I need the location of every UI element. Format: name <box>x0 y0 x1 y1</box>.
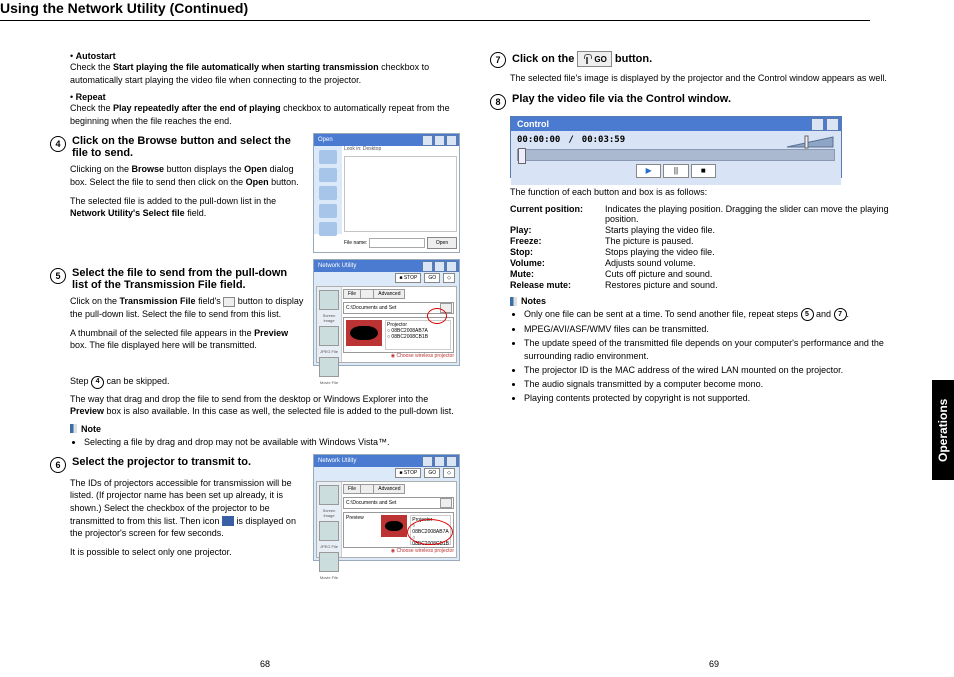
left-column: • Autostart Check the Start playing the … <box>50 51 460 567</box>
autostart-title: Autostart <box>76 51 116 61</box>
close-icon[interactable] <box>826 118 839 131</box>
step-4-title: Click on the Browse button and select th… <box>72 135 305 159</box>
step-7-p1: The selected file's image is displayed b… <box>510 72 900 85</box>
step-4-icon: 4 <box>50 136 66 152</box>
antenna-icon <box>582 54 592 64</box>
step-7-title: Click on the GO button. <box>512 51 652 67</box>
page-number-left: 68 <box>260 659 270 669</box>
control-window: Control 00:00:00 / 00:03:59 ▶ || ■ <box>510 116 842 178</box>
repeat-text: Check the Play repeatedly after the end … <box>70 102 460 127</box>
step-7-icon: 7 <box>490 52 506 68</box>
step-8-title: Play the video file via the Control wind… <box>512 93 731 105</box>
play-button[interactable]: ▶ <box>636 164 661 178</box>
stop-button[interactable]: ■ <box>691 164 716 178</box>
note-1-list: Selecting a file by drag and drop may no… <box>68 436 460 448</box>
notes-2-list: Only one file can be sent at a time. To … <box>508 308 900 404</box>
step-6-title: Select the projector to transmit to. <box>72 456 251 468</box>
note-heading: Note <box>81 424 101 434</box>
step-5-icon: 5 <box>50 268 66 284</box>
step-8-icon: 8 <box>490 94 506 110</box>
go-button[interactable]: GO <box>577 51 611 67</box>
step-5-title: Select the file to send from the pull-do… <box>72 267 305 291</box>
total-time: 00:03:59 <box>582 135 625 145</box>
definitions: Current position:Indicates the playing p… <box>510 204 900 290</box>
network-utility-screenshot-2: Network Utility ■ STOPGO◇ Screen Image J… <box>313 454 460 561</box>
step-6-icon: 6 <box>50 457 66 473</box>
step-5-skip: Step 4 can be skipped. <box>70 375 460 388</box>
step-5-p3: The way that drag and drop the file to s… <box>70 393 460 418</box>
notes-heading: Notes <box>521 296 546 306</box>
volume-icon[interactable] <box>785 135 835 149</box>
open-dialog-screenshot: Open Look in: Desktop File name:Open <box>313 133 460 253</box>
position-slider[interactable] <box>517 149 835 161</box>
minimize-icon[interactable] <box>811 118 824 131</box>
network-utility-screenshot-1: Network Utility ■ STOPGO◇ Screen Image J… <box>313 259 460 366</box>
right-column: 7 Click on the GO button. The selected f… <box>490 51 900 567</box>
function-intro: The function of each button and box is a… <box>510 186 900 199</box>
note-icon <box>70 424 77 433</box>
page-number-right: 69 <box>709 659 719 669</box>
repeat-title: Repeat <box>76 92 106 102</box>
current-time: 00:00:00 <box>517 135 560 145</box>
autostart-text: Check the Start playing the file automat… <box>70 61 460 86</box>
note-icon <box>510 297 517 306</box>
dlg-open-button[interactable]: Open <box>427 237 457 249</box>
pause-button[interactable]: || <box>663 164 688 178</box>
side-tab-operations: Operations <box>932 380 954 480</box>
page-header: Using the Network Utility (Continued) <box>0 0 870 21</box>
